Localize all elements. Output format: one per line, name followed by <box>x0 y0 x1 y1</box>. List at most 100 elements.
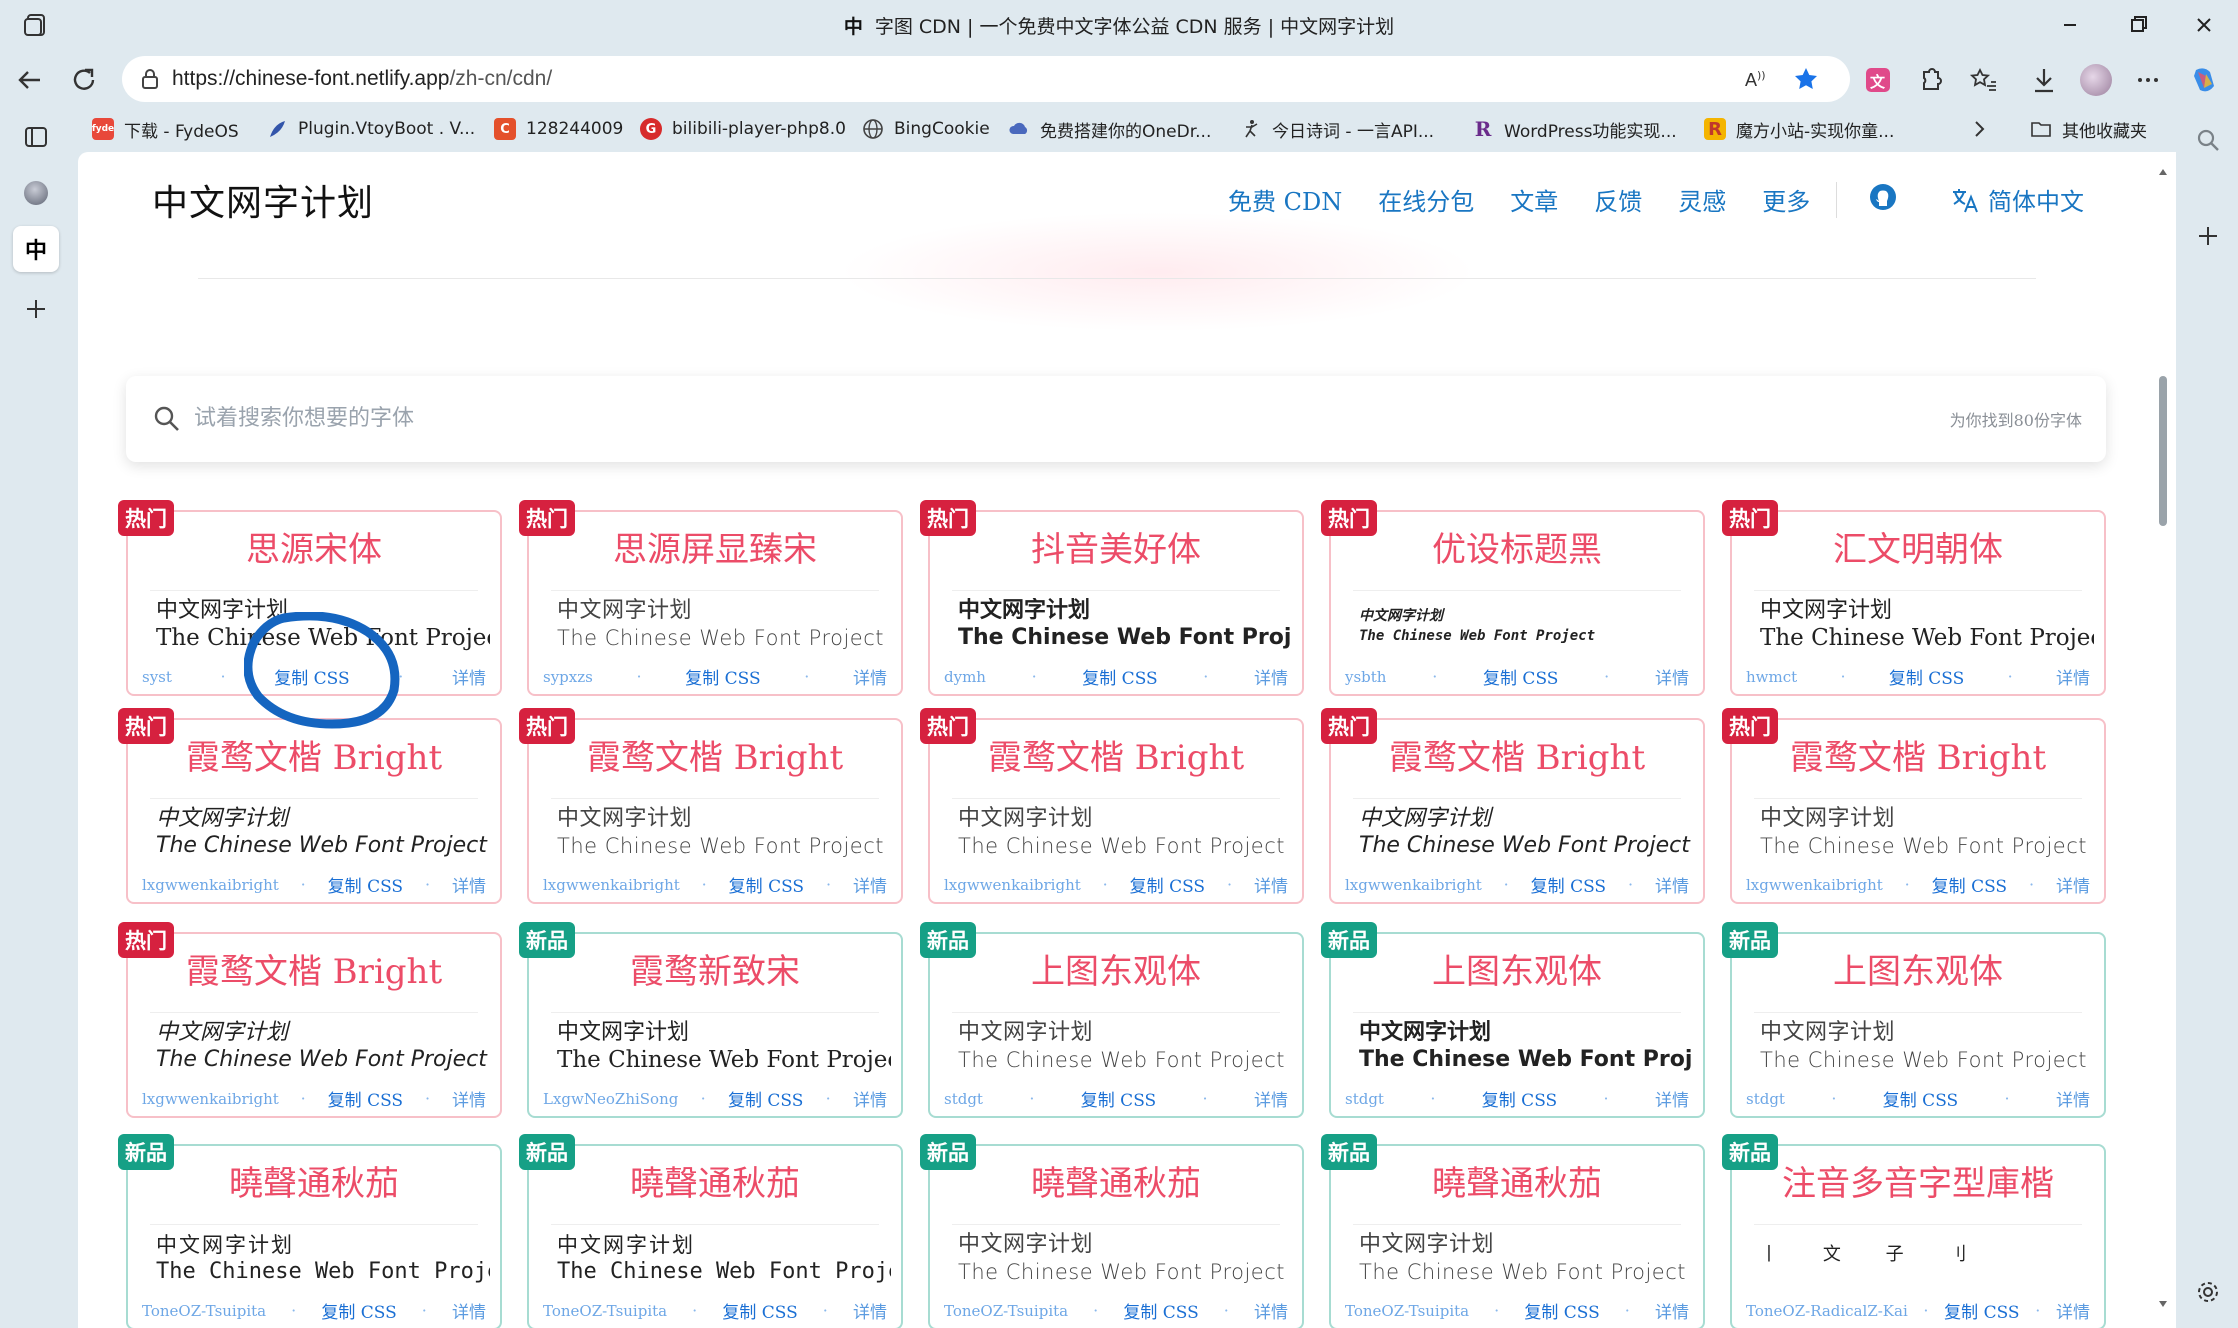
minimize-button[interactable] <box>2050 8 2090 42</box>
details-link[interactable]: 详情 <box>2056 872 2090 897</box>
details-link[interactable]: 详情 <box>1254 1086 1288 1111</box>
copy-css-button[interactable]: 复制 CSS <box>1081 1086 1156 1111</box>
details-link[interactable]: 详情 <box>1655 1298 1689 1323</box>
font-search-input[interactable] <box>194 396 1594 440</box>
bookmark-item[interactable]: fyde 下载 - FydeOS <box>92 116 239 142</box>
details-link[interactable]: 详情 <box>853 1086 887 1111</box>
nav-feedback[interactable]: 反馈 <box>1594 182 1642 217</box>
copy-css-button[interactable]: 复制 CSS <box>1483 664 1558 689</box>
nav-more[interactable]: 更多 <box>1762 182 1810 217</box>
details-link[interactable]: 详情 <box>1254 872 1288 897</box>
copy-css-button[interactable]: 复制 CSS <box>328 872 403 897</box>
font-card[interactable]: 新品 霞鹜新致宋 中文网字计划 The Chinese Web Font Projec… <box>519 922 903 1118</box>
chevron-right-icon[interactable] <box>1968 118 1990 140</box>
font-card[interactable]: 热门 霞鹜文楷 Bright 中文网字计划 The Chinese Web Font … <box>1722 708 2106 904</box>
bookmark-item[interactable]: 免费搭建你的OneDr... <box>1008 116 1211 142</box>
details-link[interactable]: 详情 <box>1655 1086 1689 1111</box>
github-icon[interactable] <box>1868 182 1898 212</box>
details-link[interactable]: 详情 <box>1254 1298 1288 1323</box>
font-card[interactable]: 新品上图东观体中文网字计划The Chinese Web Font Projec… <box>1722 922 2106 1118</box>
font-card[interactable]: 新品上图东观体中文网字计划The Chinese Web Font Projec… <box>1321 922 1705 1118</box>
bookmark-item[interactable]: C 128244009 <box>494 116 623 142</box>
url-text[interactable]: https://chinese-font.netlify.app/zh-cn/c… <box>172 67 552 91</box>
other-bookmarks-folder[interactable]: 其他收藏夹 <box>2030 116 2147 142</box>
bookmark-item[interactable]: R WordPress功能实现... <box>1472 116 1677 142</box>
translate-extension-icon[interactable]: 文 <box>1862 64 1894 96</box>
details-link[interactable]: 详情 <box>1254 664 1288 689</box>
copy-css-button[interactable]: 复制 CSS <box>685 664 760 689</box>
details-link[interactable]: 详情 <box>2056 1086 2090 1111</box>
favorites-icon[interactable] <box>1968 64 2000 96</box>
copy-css-button[interactable]: 复制 CSS <box>728 1086 803 1111</box>
details-link[interactable]: 详情 <box>452 1086 486 1111</box>
font-card[interactable]: 热门 优设标题黑 中文网字计划 The Chinese Web Font Projec… <box>1321 500 1705 696</box>
bookmark-item[interactable]: Gbilibili-player-php8.0 <box>640 116 846 142</box>
copy-css-button[interactable]: 复制 CSS <box>1531 872 1606 897</box>
page-scrollbar[interactable] <box>2156 166 2170 1318</box>
site-info-icon[interactable] <box>136 65 164 93</box>
font-card[interactable]: 热门 霞鹜文楷 Bright 中文网字计划 The Chinese Web Font … <box>519 708 903 904</box>
refresh-icon[interactable] <box>68 64 100 96</box>
copy-css-button[interactable]: 复制 CSS <box>729 872 804 897</box>
details-link[interactable]: 详情 <box>2056 664 2090 689</box>
font-card[interactable]: 新品 曉聲通秋茄 中文网字计划 The Chinese Web Font Projec… <box>519 1134 903 1328</box>
copy-css-button[interactable]: 复制 CSS <box>1944 1298 2019 1323</box>
font-card[interactable]: 热门 霞鹜文楷 Bright 中文网字计划 The Chinese Web Font … <box>1321 708 1705 904</box>
copy-css-button[interactable]: 复制 CSS <box>321 1298 396 1323</box>
details-link[interactable]: 详情 <box>1655 664 1689 689</box>
font-card[interactable]: 热门 霞鹜文楷 Bright 中文网字计划 The Chinese Web Font … <box>118 922 502 1118</box>
favorite-star-icon[interactable] <box>1792 65 1820 93</box>
font-card[interactable]: 热门 汇文明朝体 中文网字计划 The Chinese Web Font Projec… <box>1722 500 2106 696</box>
settings-gear-icon[interactable] <box>2194 1278 2222 1306</box>
copy-css-button[interactable]: 复制 CSS <box>1883 1086 1958 1111</box>
language-switcher[interactable]: 简体中文 <box>1950 182 2084 217</box>
tab-current-site[interactable]: 中 <box>13 226 59 272</box>
copy-css-button[interactable]: 复制 CSS <box>1524 1298 1599 1323</box>
read-aloud-icon[interactable]: A)) <box>1742 65 1770 93</box>
font-card[interactable]: 热门 霞鹜文楷 Bright 中文网字计划 The Chinese Web Font … <box>118 708 502 904</box>
details-link[interactable]: 详情 <box>452 1298 486 1323</box>
search-icon[interactable] <box>2194 126 2222 154</box>
tab-avatar-site[interactable] <box>13 170 59 216</box>
font-card[interactable]: 热门 思源屏显臻宋 中文网字计划 The Chinese Web Font Proje… <box>519 500 903 696</box>
downloads-icon[interactable] <box>2028 64 2060 96</box>
copy-css-button[interactable]: 复制 CSS <box>1889 664 1964 689</box>
site-logo[interactable]: 中文网字计划 <box>152 174 374 226</box>
scroll-down-arrow-icon[interactable] <box>2157 1298 2169 1310</box>
address-bar[interactable]: https://chinese-font.netlify.app/zh-cn/c… <box>122 56 1850 102</box>
extensions-icon[interactable] <box>1914 64 1946 96</box>
bookmark-item[interactable]: Plugin.VtoyBoot . V... <box>266 116 475 142</box>
copy-css-button[interactable]: 复制 CSS <box>1082 664 1157 689</box>
nav-inspiration[interactable]: 灵感 <box>1678 182 1726 217</box>
nav-articles[interactable]: 文章 <box>1510 182 1558 217</box>
new-tab-button[interactable] <box>13 286 59 332</box>
details-link[interactable]: 详情 <box>853 872 887 897</box>
restore-button[interactable] <box>2118 8 2158 42</box>
tab-actions-icon[interactable] <box>13 114 59 160</box>
scrollbar-thumb[interactable] <box>2159 376 2167 526</box>
font-card[interactable]: 新品 曉聲通秋茄 中文网字计划 The Chinese Web Font Projec… <box>1321 1134 1705 1328</box>
details-link[interactable]: 详情 <box>853 1298 887 1323</box>
details-link[interactable]: 详情 <box>452 664 486 689</box>
font-card[interactable]: 热门 霞鹜文楷 Bright 中文网字计划 The Chinese Web Font … <box>920 708 1304 904</box>
back-arrow-icon[interactable] <box>14 64 46 96</box>
more-options-icon[interactable] <box>2132 64 2164 96</box>
copy-css-button[interactable]: 复制 CSS <box>1123 1298 1198 1323</box>
copy-css-button[interactable]: 复制 CSS <box>1130 872 1205 897</box>
bookmark-item[interactable]: R 魔方小站-实现你童... <box>1704 116 1894 142</box>
font-card[interactable]: 新品 曉聲通秋茄 中文网字计划 The Chinese Web Font Projec… <box>920 1134 1304 1328</box>
add-sidebar-app-icon[interactable] <box>2196 224 2220 248</box>
copy-css-button[interactable]: 复制 CSS <box>328 1086 403 1111</box>
copy-css-button[interactable]: 复制 CSS <box>1932 872 2007 897</box>
profile-avatar[interactable] <box>2080 64 2112 96</box>
font-card[interactable]: 新品 注音多音字型庫楷丨 文 子 刂 ToneOZ-RadicalZ-Kai · 复制 … <box>1722 1134 2106 1328</box>
details-link[interactable]: 详情 <box>853 664 887 689</box>
bookmark-item[interactable]: 今日诗词 - 一言API... <box>1240 116 1434 142</box>
font-card[interactable]: 新品上图东观体中文网字计划The Chinese Web Font Projec… <box>920 922 1304 1118</box>
details-link[interactable]: 详情 <box>452 872 486 897</box>
copy-css-button[interactable]: 复制 CSS <box>722 1298 797 1323</box>
bookmark-item[interactable]: BingCookie <box>862 116 990 142</box>
details-link[interactable]: 详情 <box>1655 872 1689 897</box>
details-link[interactable]: 详情 <box>2056 1298 2090 1323</box>
copy-css-button[interactable]: 复制 CSS <box>1482 1086 1557 1111</box>
